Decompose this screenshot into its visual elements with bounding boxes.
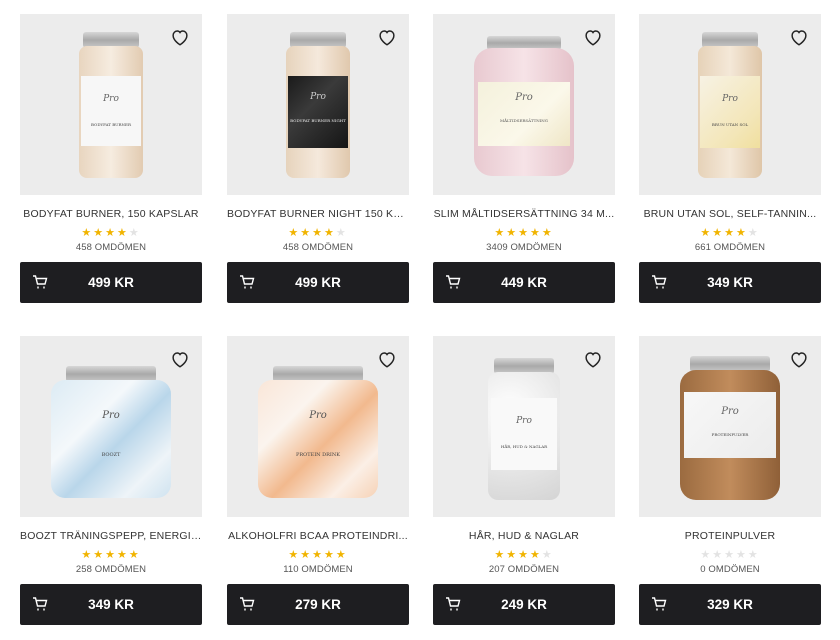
product-title[interactable]: HÅR, HUD & NAGLAR <box>433 529 615 543</box>
star-rating: ★★★★★ <box>288 227 348 239</box>
heart-outline-icon[interactable] <box>582 348 604 370</box>
cart-icon <box>33 597 48 611</box>
product-image[interactable]: Pro HÅR, HUD & NAGLAR <box>433 336 615 517</box>
product-image[interactable]: Pro PROTEINPULVER <box>639 336 821 517</box>
cart-icon <box>240 275 255 289</box>
jar-label: BODYFAT BURNER <box>91 121 131 127</box>
product-image[interactable]: Pro BOOZT <box>20 336 202 517</box>
add-to-cart-button[interactable]: 349 KR <box>20 584 202 625</box>
star-rating: ★★★★★ <box>494 227 554 239</box>
heart-outline-icon[interactable] <box>582 26 604 48</box>
product-jar-image: Pro BOOZT <box>51 352 171 502</box>
add-to-cart-button[interactable]: 249 KR <box>433 584 615 625</box>
product-jar-image: Pro BODYFAT BURNER NIGHT <box>286 30 350 180</box>
product-title[interactable]: ALKOHOLFRI BCAA PROTEINDRI... <box>227 529 409 543</box>
product-card[interactable]: Pro HÅR, HUD & NAGLAR HÅR, HUD & NAGLAR … <box>433 336 615 625</box>
product-image[interactable]: Pro BRUN UTAN SOL <box>639 14 821 195</box>
product-image[interactable]: Pro BODYFAT BURNER NIGHT <box>227 14 409 195</box>
heart-outline-icon[interactable] <box>376 348 398 370</box>
product-card[interactable]: Pro BOOZT BOOZT TRÄNINGSPEPP, ENERGI I..… <box>20 336 202 625</box>
product-title[interactable]: BODYFAT BURNER, 150 KAPSLAR <box>20 207 202 221</box>
jar-label: PROTEINPULVER <box>711 431 749 437</box>
product-jar-image: Pro HÅR, HUD & NAGLAR <box>488 352 560 502</box>
jar-label: BRUN UTAN SOL <box>711 121 749 127</box>
add-to-cart-button[interactable]: 449 KR <box>433 262 615 303</box>
add-to-cart-button[interactable]: 499 KR <box>227 262 409 303</box>
review-count[interactable]: 3409 OMDÖMEN <box>433 242 615 254</box>
product-card[interactable]: Pro BODYFAT BURNER BODYFAT BURNER, 150 K… <box>20 14 202 303</box>
product-image[interactable]: Pro MÅLTIDSERSÄTTNING <box>433 14 615 195</box>
product-card[interactable]: Pro MÅLTIDSERSÄTTNING SLIM MÅLTIDSERSÄTT… <box>433 14 615 303</box>
jar-label: BOOZT <box>101 451 121 458</box>
product-title[interactable]: BOOZT TRÄNINGSPEPP, ENERGI I... <box>20 529 202 543</box>
heart-outline-icon[interactable] <box>169 348 191 370</box>
product-jar-image: Pro BRUN UTAN SOL <box>698 30 762 180</box>
star-rating: ★★★★★ <box>700 549 760 561</box>
product-card[interactable]: Pro BRUN UTAN SOL BRUN UTAN SOL, SELF-TA… <box>639 14 821 303</box>
product-card[interactable]: Pro PROTEIN DRINK ALKOHOLFRI BCAA PROTEI… <box>227 336 409 625</box>
heart-outline-icon[interactable] <box>788 26 810 48</box>
add-to-cart-button[interactable]: 329 KR <box>639 584 821 625</box>
product-title[interactable]: BODYFAT BURNER NIGHT 150 KA... <box>227 207 409 221</box>
product-title[interactable]: PROTEINPULVER <box>639 529 821 543</box>
product-title[interactable]: BRUN UTAN SOL, SELF-TANNIN... <box>639 207 821 221</box>
product-card[interactable]: Pro PROTEINPULVER PROTEINPULVER ★★★★★ 0 … <box>639 336 821 625</box>
product-card[interactable]: Pro BODYFAT BURNER NIGHT BODYFAT BURNER … <box>227 14 409 303</box>
jar-label: MÅLTIDSERSÄTTNING <box>499 117 549 123</box>
star-rating: ★★★★★ <box>700 227 760 239</box>
review-count[interactable]: 0 OMDÖMEN <box>639 564 821 576</box>
jar-label: PROTEIN DRINK <box>295 451 340 458</box>
review-count[interactable]: 258 OMDÖMEN <box>20 564 202 576</box>
review-count[interactable]: 458 OMDÖMEN <box>20 242 202 254</box>
cart-icon <box>652 275 667 289</box>
product-image[interactable]: Pro BODYFAT BURNER <box>20 14 202 195</box>
star-rating: ★★★★★ <box>494 549 554 561</box>
heart-outline-icon[interactable] <box>169 26 191 48</box>
product-image[interactable]: Pro PROTEIN DRINK <box>227 336 409 517</box>
jar-label: BODYFAT BURNER NIGHT <box>290 117 346 123</box>
star-rating: ★★★★★ <box>288 549 348 561</box>
product-jar-image: Pro PROTEINPULVER <box>680 352 780 502</box>
star-rating: ★★★★★ <box>81 549 141 561</box>
add-to-cart-button[interactable]: 499 KR <box>20 262 202 303</box>
star-rating: ★★★★★ <box>81 227 141 239</box>
cart-icon <box>240 597 255 611</box>
add-to-cart-button[interactable]: 349 KR <box>639 262 821 303</box>
cart-icon <box>33 275 48 289</box>
heart-outline-icon[interactable] <box>376 26 398 48</box>
product-jar-image: Pro MÅLTIDSERSÄTTNING <box>474 30 574 180</box>
cart-icon <box>652 597 667 611</box>
product-jar-image: Pro BODYFAT BURNER <box>79 30 143 180</box>
heart-outline-icon[interactable] <box>788 348 810 370</box>
product-grid: Pro BODYFAT BURNER BODYFAT BURNER, 150 K… <box>0 0 840 640</box>
review-count[interactable]: 458 OMDÖMEN <box>227 242 409 254</box>
add-to-cart-button[interactable]: 279 KR <box>227 584 409 625</box>
jar-label: HÅR, HUD & NAGLAR <box>500 443 548 449</box>
product-jar-image: Pro PROTEIN DRINK <box>258 352 378 502</box>
product-title[interactable]: SLIM MÅLTIDSERSÄTTNING 34 M... <box>433 207 615 221</box>
review-count[interactable]: 110 OMDÖMEN <box>227 564 409 576</box>
review-count[interactable]: 661 OMDÖMEN <box>639 242 821 254</box>
review-count[interactable]: 207 OMDÖMEN <box>433 564 615 576</box>
cart-icon <box>446 275 461 289</box>
cart-icon <box>446 597 461 611</box>
